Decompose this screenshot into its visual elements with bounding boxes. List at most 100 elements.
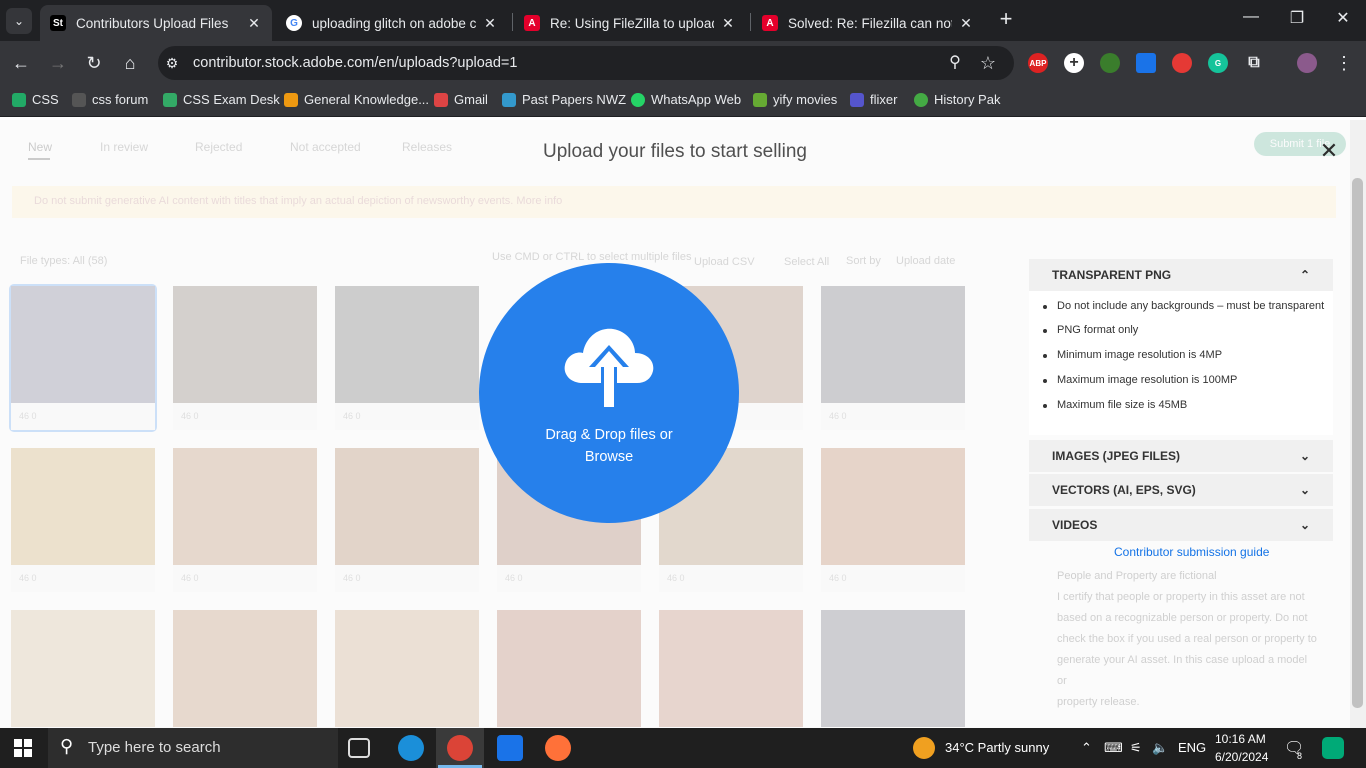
forward-icon[interactable]: → [47,52,69,74]
asset-meta: 46 0 [335,565,479,592]
bookmark-label: Past Papers NWZ [522,92,627,107]
bookmark-general-knowledge[interactable]: General Knowledge... [284,92,429,107]
profile-avatar[interactable] [1297,53,1317,73]
bookmark-css[interactable]: CSS [12,92,59,107]
accordion-images-jpeg[interactable]: IMAGES (JPEG FILES) ⌄ [1029,440,1333,472]
bookmark-gmail[interactable]: Gmail [434,92,488,107]
windows-start-icon[interactable] [14,739,32,757]
file-type-filter[interactable]: File types: All (58) [20,255,107,267]
tab-filezilla-upload[interactable]: A Re: Using FileZilla to upload im... ✕ [514,5,746,41]
bookmark-whatsapp[interactable]: WhatsApp Web [631,92,741,107]
close-tab-icon[interactable]: ✕ [720,15,736,32]
asset-image [173,286,317,403]
add-extension-icon[interactable]: + [1064,53,1084,73]
notification-count: 8 [1297,751,1303,761]
close-modal-icon[interactable]: ✕ [1317,139,1341,163]
adblock-icon[interactable]: ABP [1028,53,1048,73]
browser-menu-icon[interactable]: ⋮ [1333,52,1355,74]
requirement-item: PNG format only [1042,324,1139,336]
asset-thumbnail[interactable]: 46 0 [173,448,317,592]
accordion-transparent-png[interactable]: TRANSPARENT PNG ⌃ [1029,259,1333,291]
drag-drop-upload-zone[interactable]: Drag & Drop files or Browse [479,263,739,523]
bookmark-flixer[interactable]: flixer [850,92,897,107]
new-tab-button[interactable]: + [994,8,1018,32]
site-info-icon[interactable]: ⚙ [161,52,183,74]
select-all-checkbox[interactable]: Select All [784,256,829,268]
hand-extension-icon[interactable] [1172,53,1192,73]
asset-image [11,448,155,565]
edge-icon[interactable] [398,735,424,761]
adobe-favicon: A [524,15,540,31]
copilot-icon[interactable] [1322,737,1344,759]
firefox-icon[interactable] [545,735,571,761]
network-icon[interactable]: ⚟ [1130,740,1142,756]
language-indicator[interactable]: ENG [1178,740,1206,755]
minimize-button[interactable]: — [1228,8,1274,32]
grammarly-icon[interactable]: G [1208,53,1228,73]
chrome-icon[interactable] [447,735,473,761]
bookmark-css-exam-desk[interactable]: CSS Exam Desk [163,92,280,107]
show-hidden-icons[interactable]: ⌃ [1081,740,1092,756]
fictional-checkbox-label[interactable]: People and Property are fictional [1057,566,1317,587]
sort-label: Sort by [846,255,881,267]
close-tab-icon[interactable]: ✕ [958,15,974,32]
tab-filezilla-solved[interactable]: A Solved: Re: Filezilla can not con... ✕ [752,5,984,41]
taskbar-search-box[interactable]: ⚲ Type here to search [48,728,338,768]
gmail-icon [434,92,448,107]
tab-contributors-upload[interactable]: St Contributors Upload Files ✕ [40,5,272,41]
bookmark-yify[interactable]: yify movies [753,92,837,107]
map-extension-icon[interactable] [1100,53,1120,73]
flixer-taskbar-icon[interactable] [497,735,523,761]
asset-thumbnail[interactable]: 46 0 [821,286,965,430]
contributor-guide-link[interactable]: Contributor submission guide [1114,545,1269,559]
bookmark-star-icon[interactable]: ☆ [977,52,999,74]
asset-image [173,610,317,727]
close-tab-icon[interactable]: ✕ [246,15,262,32]
asset-thumbnail[interactable]: 46 0 [335,286,479,430]
asset-thumbnail[interactable] [659,610,803,728]
back-icon[interactable]: ← [10,52,32,74]
asset-thumbnail[interactable]: 46 0 [173,286,317,430]
reload-icon[interactable]: ↻ [83,52,105,74]
task-view-icon[interactable] [348,738,370,758]
close-tab-icon[interactable]: ✕ [482,15,498,32]
bookmark-css-forum[interactable]: css forum [72,92,148,107]
upload-csv-button[interactable]: Upload CSV [694,256,755,268]
asset-image [335,448,479,565]
asset-thumbnail[interactable] [11,610,155,728]
clock-time[interactable]: 10:16 AM [1215,732,1266,746]
asset-thumbnail[interactable] [173,610,317,728]
sort-dropdown[interactable]: Upload date [896,255,955,267]
home-icon[interactable]: ⌂ [119,52,141,74]
asset-thumbnail[interactable]: 46 0 [11,448,155,592]
accordion-title: IMAGES (JPEG FILES) [1052,449,1181,463]
accordion-videos[interactable]: VIDEOS ⌄ [1029,509,1333,541]
close-window-button[interactable]: ✕ [1320,8,1366,32]
volume-icon[interactable]: 🔈 [1152,740,1168,756]
asset-thumbnail[interactable]: 46 0 [821,448,965,592]
input-indicator-icon[interactable]: ⌨ [1104,740,1123,756]
asset-thumbnail[interactable] [497,610,641,728]
asset-thumbnail[interactable] [335,610,479,728]
asset-thumbnail[interactable]: 46 0 [9,284,157,432]
asset-thumbnail[interactable] [821,610,965,728]
requirement-item: Minimum image resolution is 4MP [1042,349,1223,361]
scrollbar-thumb[interactable] [1352,178,1363,708]
extensions-puzzle-icon[interactable]: ⧉ [1244,53,1264,73]
flixer-extension-icon[interactable] [1136,53,1156,73]
tab-uploading-glitch[interactable]: G uploading glitch on adobe cont... ✕ [276,5,508,41]
ai-text-line: I certify that people or property in thi… [1057,591,1305,603]
clock-date[interactable]: 6/20/2024 [1215,750,1268,764]
tab-search-button[interactable]: ⌄ [6,8,32,34]
weather-icon[interactable] [913,737,935,759]
zoom-search-icon[interactable]: ⚲ [944,52,966,74]
url-text[interactable]: contributor.stock.adobe.com/en/uploads?u… [193,55,517,71]
bookmark-history-pak[interactable]: History Pak [914,92,1000,107]
weather-text[interactable]: 34°C Partly sunny [945,740,1049,755]
requirement-item: Maximum file size is 45MB [1042,399,1188,411]
accordion-vectors[interactable]: VECTORS (AI, EPS, SVG) ⌄ [1029,474,1333,506]
browse-link[interactable]: Browse [479,449,739,465]
bookmark-past-papers[interactable]: Past Papers NWZ [502,92,626,107]
asset-thumbnail[interactable]: 46 0 [335,448,479,592]
restore-button[interactable]: ❐ [1274,8,1320,32]
